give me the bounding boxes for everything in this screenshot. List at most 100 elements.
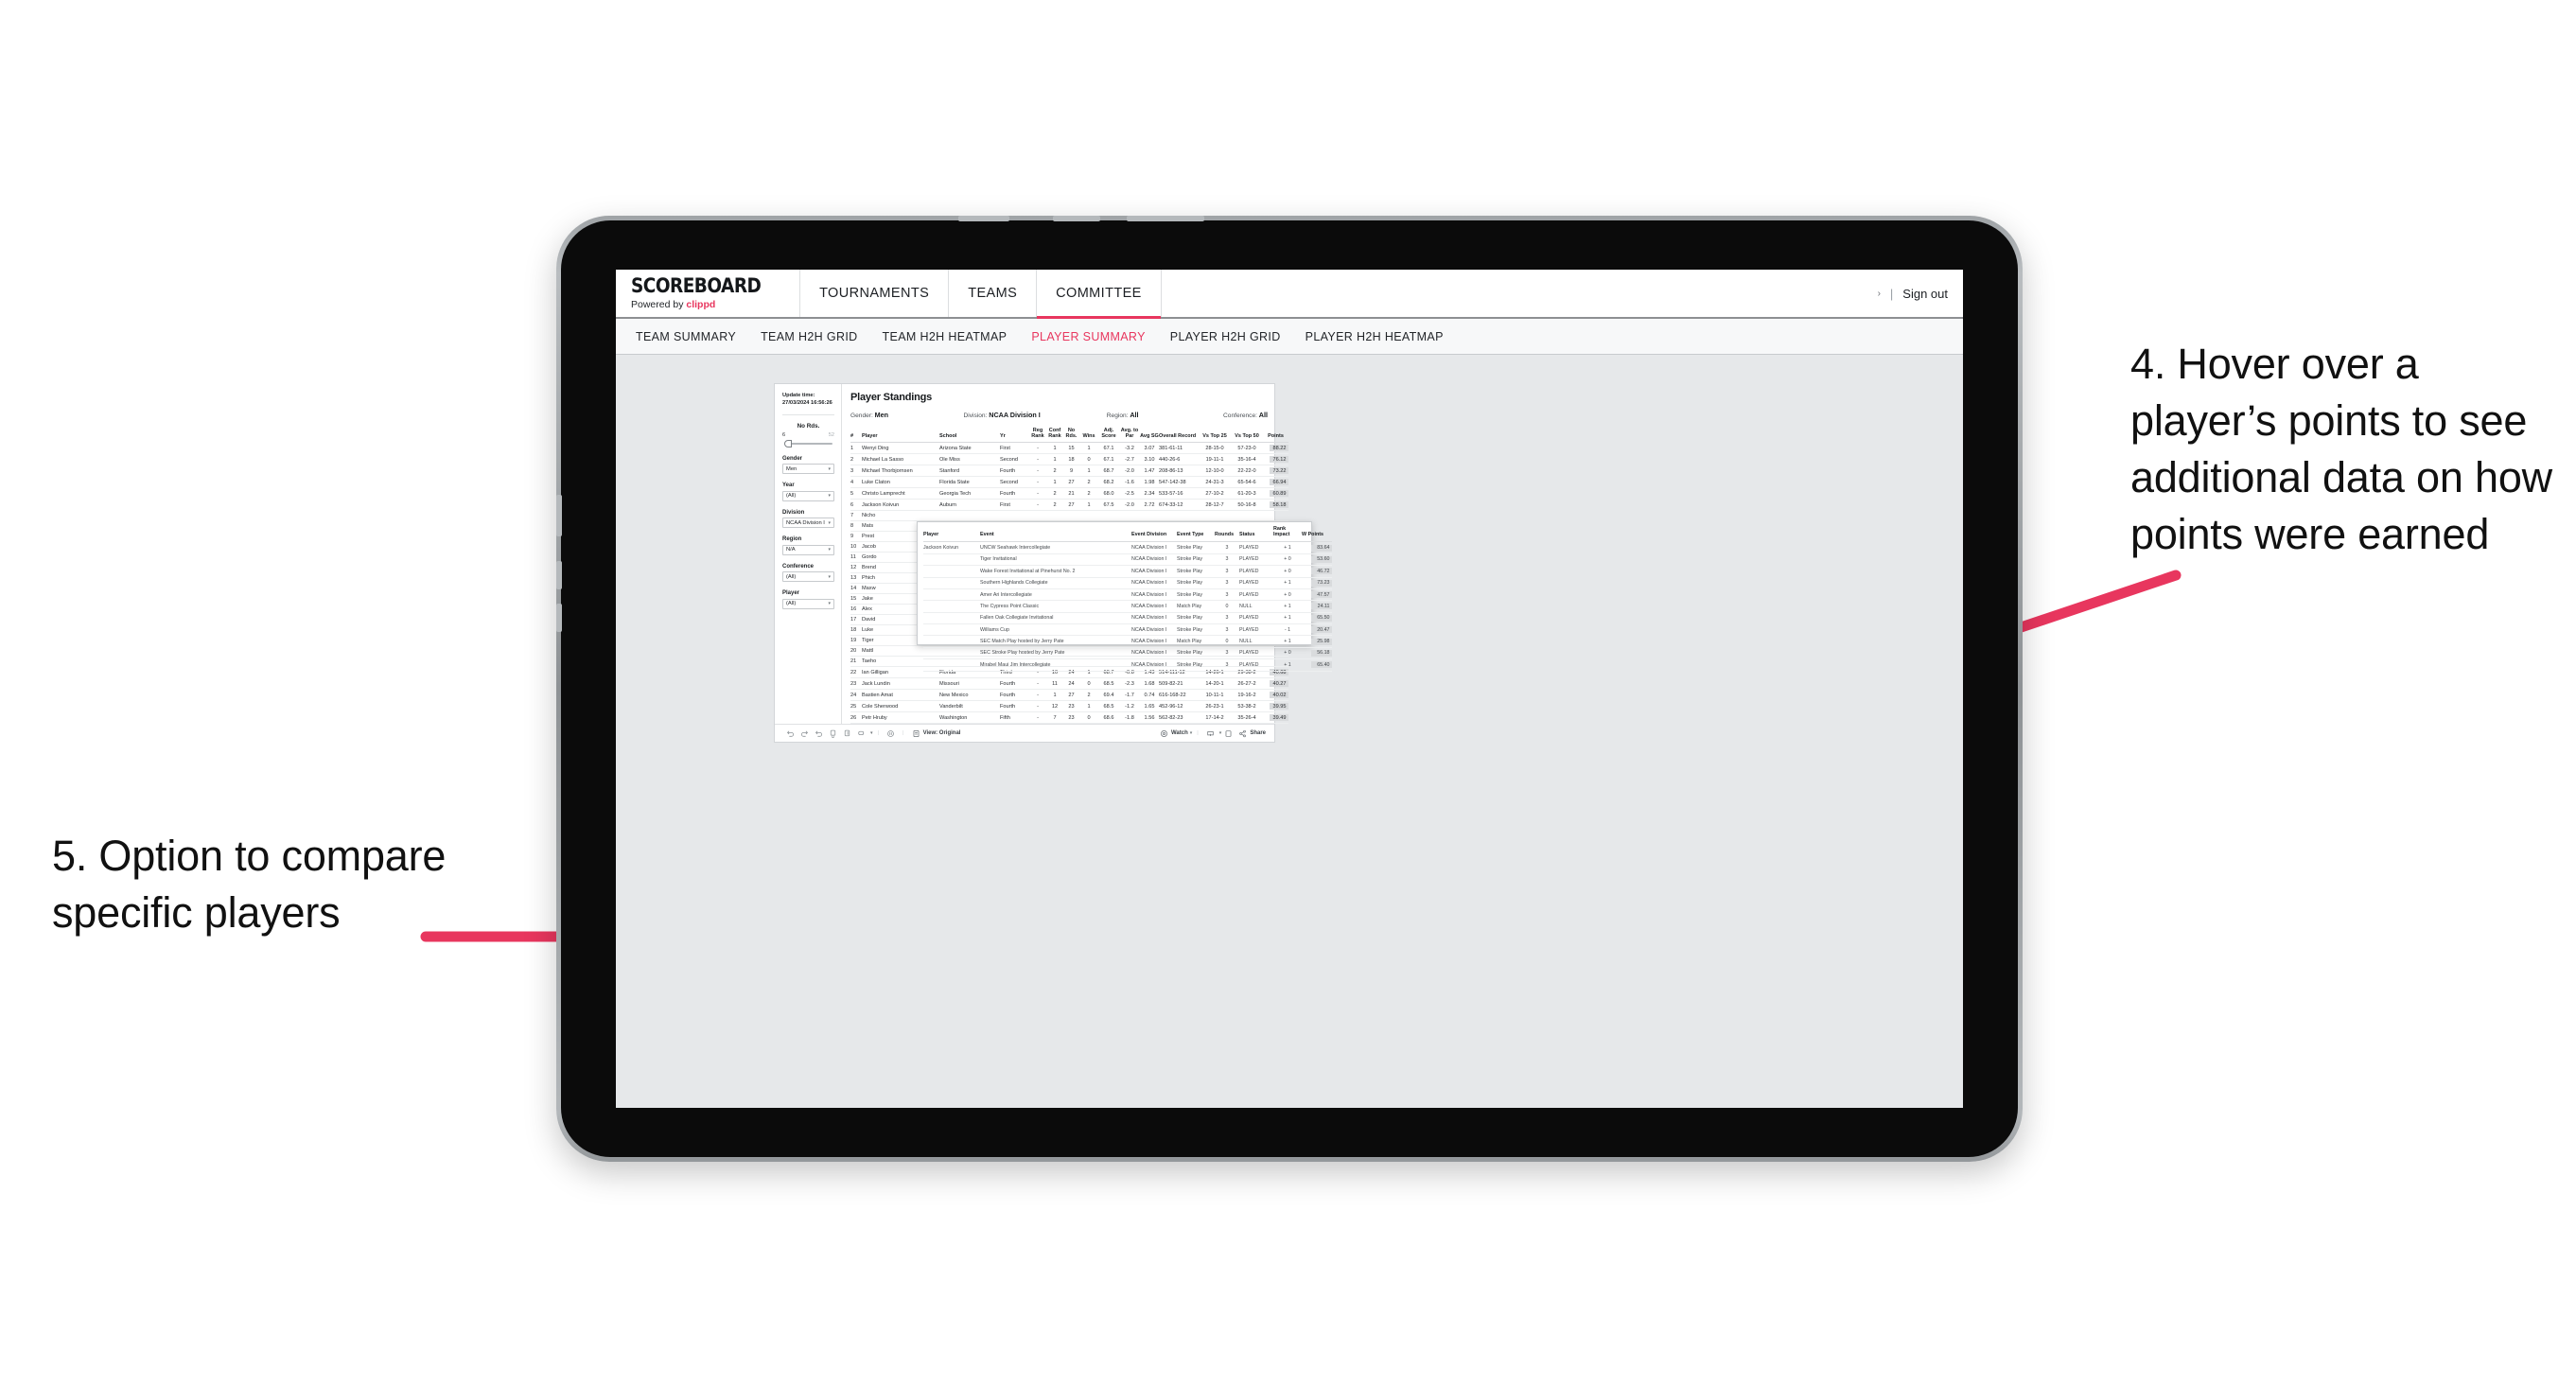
col-vs-top-50[interactable]: Vs Top 50 [1231, 428, 1263, 444]
undo-icon[interactable] [783, 729, 797, 738]
col-reg-rank[interactable]: Reg Rank [1029, 428, 1046, 444]
no-rounds-slider[interactable] [782, 439, 834, 447]
update-time-label: Update time: [782, 393, 815, 398]
cell-rds: 9 [1063, 465, 1079, 478]
cell-points[interactable]: 58.18 [1263, 499, 1288, 512]
refresh-icon[interactable] [826, 729, 840, 738]
cell-n: 5 [850, 487, 862, 500]
col-vs-top-25[interactable]: Vs Top 25 [1199, 428, 1231, 444]
tt-cell-rank-impact: + 1 [1273, 635, 1302, 648]
cell-adj: 68.2 [1098, 476, 1119, 489]
cell-points[interactable] [1263, 510, 1288, 522]
col-avg-to-par[interactable]: Avg. to Par [1119, 428, 1140, 444]
nav-item-teams[interactable]: TEAMS [948, 270, 1036, 317]
col-overall-record[interactable]: Overall Record [1159, 428, 1199, 444]
filter-gender-select[interactable]: Men ▾ [782, 464, 834, 475]
points-value[interactable]: 58.18 [1270, 501, 1288, 509]
nav-item-committee[interactable]: COMMITTEE [1036, 270, 1161, 319]
cell-points[interactable]: 88.22 [1263, 442, 1288, 455]
col-adj-score[interactable]: Adj. Score [1098, 428, 1119, 444]
points-value[interactable]: 40.02 [1270, 692, 1288, 699]
cell-points[interactable]: 73.22 [1263, 465, 1288, 478]
view-original-icon[interactable] [909, 729, 923, 738]
table-row[interactable]: 5 Christo Lamprecht Georgia Tech Fourth -2 21… [850, 487, 1288, 500]
col-player[interactable]: Player [862, 428, 939, 444]
cell-conf: 12 [1046, 700, 1063, 713]
cell-player: Petr Hruby [862, 711, 939, 725]
view-original-label[interactable]: View: Original [923, 730, 961, 736]
col-conf-rank[interactable]: Conf Rank [1046, 428, 1063, 444]
tab-team-h2h-heatmap[interactable]: TEAM H2H HEATMAP [870, 330, 1020, 343]
points-value[interactable]: 88.22 [1270, 445, 1288, 452]
share-label[interactable]: Share [1250, 730, 1266, 736]
table-row[interactable]: 6 Jackson Koivun Auburn First -2 27 1 67.5 -2.0 2… [850, 499, 1288, 512]
cell-school: Arizona State [939, 442, 1000, 455]
tab-player-h2h-heatmap[interactable]: PLAYER H2H HEATMAP [1293, 330, 1456, 343]
tt-cell-rank-impact: + 1 [1273, 612, 1302, 625]
table-row[interactable]: 26 Petr Hruby Washington Fifth -7 23 0 68.6 -1.8… [850, 711, 1288, 725]
cell-n: 11 [850, 552, 862, 564]
cell-points[interactable]: 39.95 [1263, 700, 1288, 713]
filter-year-select[interactable]: (All) ▾ [782, 490, 834, 501]
points-value[interactable]: 66.94 [1270, 479, 1288, 486]
points-value[interactable]: 73.22 [1270, 467, 1288, 475]
points-value[interactable]: 60.89 [1270, 490, 1288, 498]
cell-t25: 28-12-7 [1199, 499, 1231, 512]
tab-player-summary[interactable]: PLAYER SUMMARY [1019, 330, 1157, 343]
table-row[interactable]: 23 Jack Lundin Missouri Fourth -11 24 0 68.5 -2.… [850, 677, 1288, 691]
points-value[interactable]: 39.49 [1270, 714, 1288, 722]
filter-region-select[interactable]: N/A ▾ [782, 544, 834, 555]
tab-team-h2h-grid[interactable]: TEAM H2H GRID [748, 330, 869, 343]
table-row[interactable]: 1 Wenyi Ding Arizona State First -1 15 1 67.1 -3… [850, 442, 1288, 455]
cell-points[interactable]: 40.02 [1263, 689, 1288, 702]
table-row[interactable]: 7 Nicho [850, 510, 1288, 522]
filter-conference-select[interactable]: (All) ▾ [782, 571, 834, 583]
tt-cell-w-points: 73.23 [1302, 577, 1332, 589]
watch-label[interactable]: Watch [1171, 730, 1188, 736]
cell-n: 14 [850, 583, 862, 595]
col-school[interactable]: School [939, 428, 1000, 444]
tab-team-summary[interactable]: TEAM SUMMARY [623, 330, 748, 343]
undo-all-icon[interactable] [854, 729, 868, 738]
col-year[interactable]: Yr [1000, 428, 1029, 444]
tooltip-header: Player Event Event Division Event Type R… [923, 526, 1332, 543]
col-avg-sg[interactable]: Avg SG [1140, 428, 1159, 444]
table-row[interactable]: 3 Michael Thorbjornsen Stanford Fourth -2 9 1 6… [850, 465, 1288, 478]
col-points[interactable]: Points [1263, 428, 1288, 444]
share-icon[interactable] [1235, 729, 1250, 738]
nav-item-tournaments[interactable]: TOURNAMENTS [799, 270, 948, 317]
col-wins[interactable]: Wins [1079, 428, 1098, 444]
cell-t25: 19-11-1 [1199, 453, 1231, 466]
redo-icon[interactable] [797, 729, 812, 738]
points-value[interactable]: 76.12 [1270, 456, 1288, 464]
cell-points[interactable]: 60.89 [1263, 487, 1288, 500]
revert-icon[interactable] [812, 729, 826, 738]
table-row[interactable]: 25 Cole Sherwood Vanderbilt Fourth -12 23 1 68.… [850, 700, 1288, 713]
cell-yr: Second [1000, 476, 1029, 489]
cell-n: 26 [850, 711, 862, 725]
cell-points[interactable]: 76.12 [1263, 453, 1288, 466]
pause-auto-update-icon[interactable] [840, 729, 854, 738]
chevron-right-icon[interactable]: › [1878, 289, 1881, 299]
sign-out-link[interactable]: Sign out [1902, 287, 1948, 301]
filter-player-select[interactable]: (All) ▾ [782, 598, 834, 609]
filter-division-select[interactable]: NCAA Division I ▾ [782, 518, 834, 529]
table-row[interactable]: 4 Luke Claton Florida State Second -1 27 2 68.2… [850, 476, 1288, 489]
cell-points[interactable]: 40.27 [1263, 677, 1288, 691]
table-row[interactable]: 2 Michael La Sasso Ole Miss Second -1 18 0 67.1… [850, 453, 1288, 466]
cell-par: -1.6 [1119, 476, 1140, 489]
fullscreen-icon[interactable] [1221, 729, 1235, 738]
col-rank[interactable]: # [850, 428, 862, 444]
points-value[interactable]: 39.95 [1270, 703, 1288, 711]
download-icon[interactable] [1203, 729, 1218, 738]
table-row[interactable]: 24 Bastien Amat New Mexico Fourth -1 27 2 69.4-… [850, 689, 1288, 702]
points-value[interactable]: 40.27 [1270, 680, 1288, 688]
cell-points[interactable]: 39.49 [1263, 711, 1288, 725]
watch-icon[interactable] [1157, 729, 1171, 738]
tt-cell-w-points: 65.50 [1302, 612, 1332, 625]
slider-handle[interactable] [784, 439, 792, 447]
tab-player-h2h-grid[interactable]: PLAYER H2H GRID [1158, 330, 1293, 343]
pause-icon[interactable] [884, 729, 898, 738]
col-no-rounds[interactable]: No Rds. [1063, 428, 1079, 444]
cell-points[interactable]: 66.94 [1263, 476, 1288, 489]
